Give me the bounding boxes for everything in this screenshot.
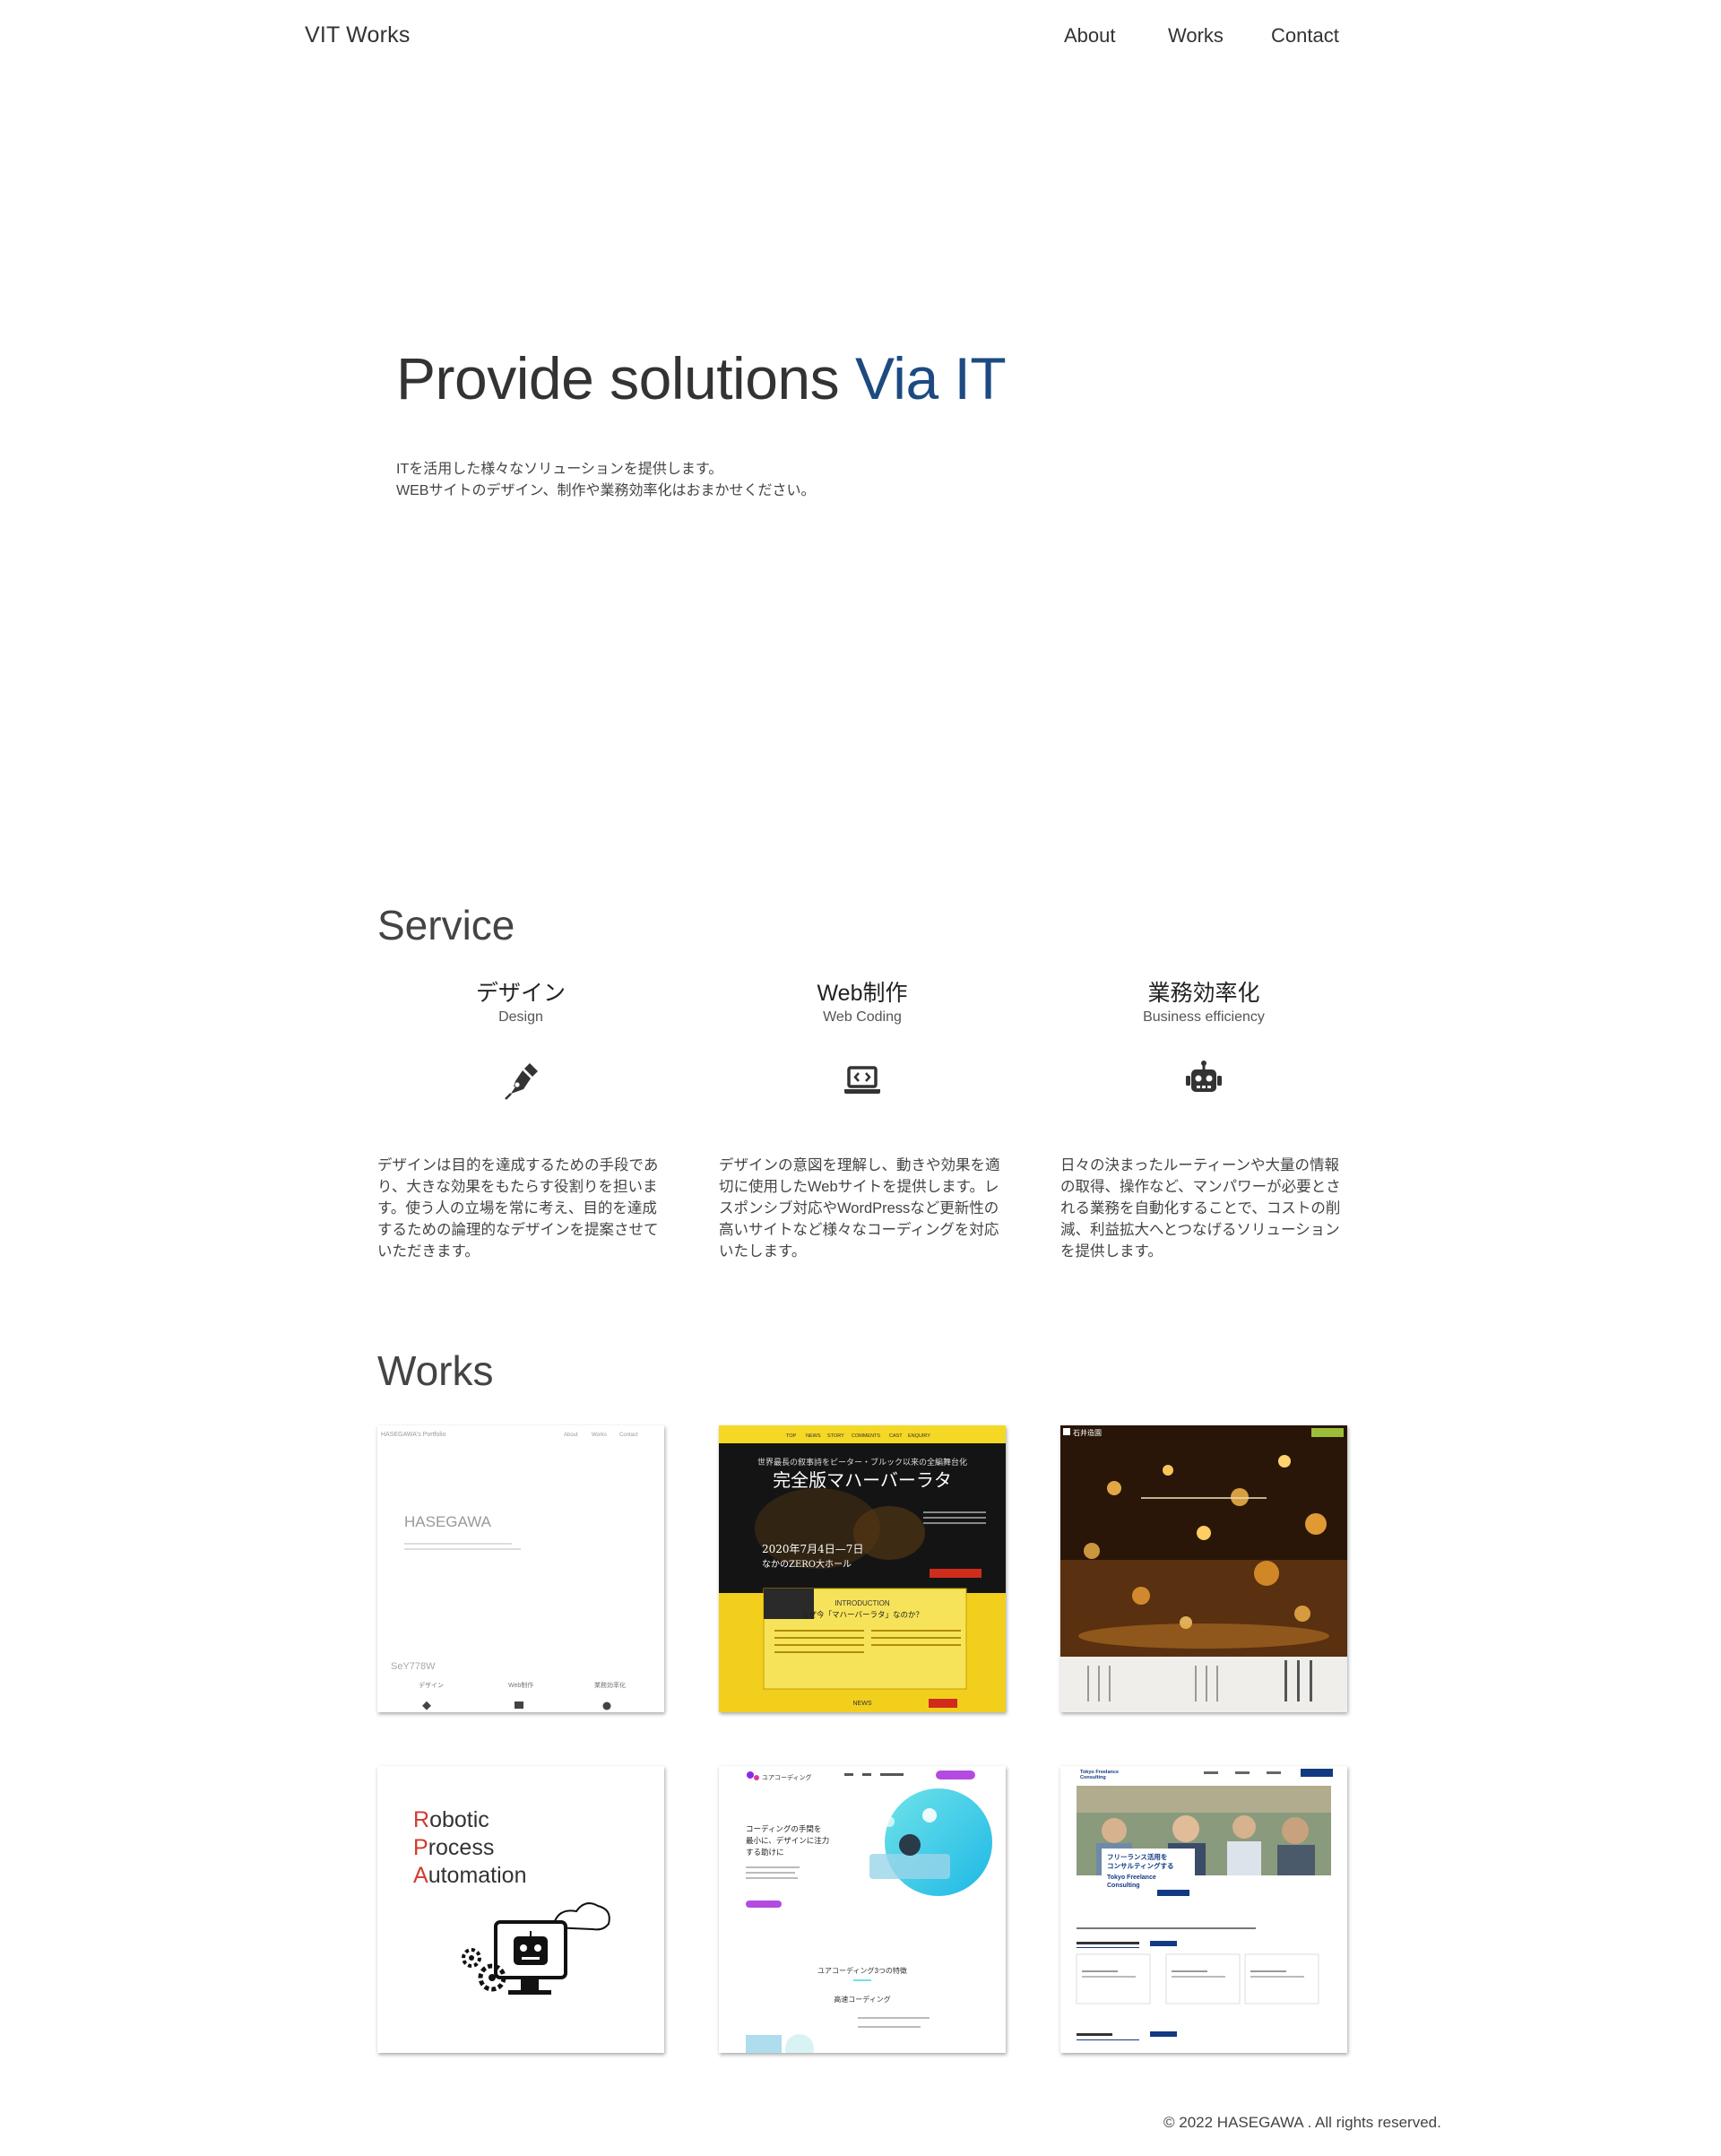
work-thumbnail-tokyo-freelance[interactable]: Tokyo Freelance Consulting フリーランス活用を コンサ… <box>1060 1766 1347 2053</box>
thumb-tfc-name-2: Consulting <box>1107 1883 1140 1889</box>
thumb-rpa-initial-a: A <box>413 1863 428 1888</box>
thumb-rpa-rest-3: utomation <box>428 1863 527 1888</box>
work-thumbnail-your-coding[interactable]: ユアコーディング コーディングの手間を 最小に、デザインに注力 する助けに ユア… <box>719 1766 1006 2053</box>
thumb-nav-cast: CAST <box>889 1433 903 1439</box>
pen-icon <box>505 1063 538 1100</box>
hero-desc-line-1: ITを活用した様々なソリューションを提供します。 <box>396 462 723 477</box>
thumb-nav-about: About <box>564 1433 578 1438</box>
service-subtitle: Web Coding <box>823 1009 902 1025</box>
thumb-intro: INTRODUCTION <box>835 1599 890 1607</box>
nav-about[interactable]: About <box>1064 24 1116 48</box>
nav-contact[interactable]: Contact <box>1271 24 1339 48</box>
work-thumbnail-rpa[interactable]: Robotic Process Automation <box>377 1766 664 2053</box>
thumb-nav-news: NEWS <box>806 1433 821 1439</box>
rpa-screenshot: Robotic Process Automation <box>377 1766 664 2053</box>
thumb-nav-comments: COMMENTS <box>852 1433 880 1439</box>
nav-works[interactable]: Works <box>1168 24 1224 48</box>
thumb-tfc-name-1: Tokyo Freelance <box>1107 1875 1156 1881</box>
hero-title-main: Provide solutions <box>396 345 855 411</box>
thumb-nav-enquiry: ENQUIRY <box>908 1433 930 1439</box>
thumb-nav-works: Works <box>592 1433 607 1438</box>
service-section-title: Service <box>377 902 515 948</box>
thumb-col-2: Web制作 <box>508 1681 533 1689</box>
thumb-rpa-rest-1: obotic <box>429 1807 489 1832</box>
thumb-ishii-brand: 石井造園 <box>1073 1428 1102 1437</box>
hero-title: Provide solutions Via IT <box>396 344 1007 412</box>
thumb-question: なぜ今「マハーバーラタ」なのか？ <box>801 1610 923 1619</box>
work-thumbnail-ishii-zouen[interactable]: 石井造園 <box>1060 1425 1347 1712</box>
footer-copyright: © 2022 HASEGAWA . All rights reserved. <box>1163 2114 1441 2131</box>
thumb-col-3: 業務効率化 <box>594 1681 626 1689</box>
thumb-news: NEWS <box>853 1701 872 1707</box>
thumb-site-name: HASEGAWA's Portfolio <box>381 1432 445 1438</box>
hero-desc-line-2: WEBサイトのデザイン、制作や業務効率化はおまかせください。 <box>396 483 816 498</box>
work-thumbnail-portfolio[interactable]: HASEGAWA's Portfolio About Works Contact… <box>377 1425 664 1712</box>
thumb-rpa-initial-p: P <box>413 1835 428 1860</box>
thumb-show-date: 2020年7月4日—7日 <box>762 1543 863 1555</box>
service-name: デザイン <box>475 981 566 1006</box>
thumb-rpa-line-3: Automation <box>413 1863 526 1888</box>
hero-description: ITを活用した様々なソリューションを提供します。 WEBサイトのデザイン、制作や… <box>396 459 816 502</box>
thumb-rpa-initial-r: R <box>413 1807 429 1832</box>
service-design: デザイン Design デザインは目的を達成するための手段であり、大きな効果をも… <box>377 975 664 1262</box>
thumb-rpa-line-1: Robotic <box>413 1807 489 1832</box>
thumb-show-title: 完全版マハーバーラタ <box>773 1469 952 1491</box>
thumb-rpa-line-2: Process <box>413 1835 494 1860</box>
ishii-zouen-screenshot: 石井造園 <box>1060 1425 1347 1712</box>
thumb-your-coding-section: ユアコーディング3つの特徴 <box>817 1966 907 1975</box>
thumb-your-coding-brand: ユアコーディング <box>762 1773 812 1781</box>
thumb-portfolio-logo: HASEGAWA <box>404 1513 492 1530</box>
service-name: Web制作 <box>817 981 908 1006</box>
service-business-efficiency: 業務効率化 Business efficiency 日々の決まったルーティーンや… <box>1060 975 1347 1262</box>
service-description: デザインは目的を達成するための手段であり、大きな効果をもたらす役割りを担います。… <box>377 1157 659 1260</box>
robot-icon <box>1186 1061 1222 1092</box>
mahabharata-screenshot: TOP NEWS STORY COMMENTS CAST ENQUIRY 世界最… <box>719 1425 1006 1712</box>
thumb-tfc-catch-1: フリーランス活用を <box>1107 1852 1167 1861</box>
service-name: 業務効率化 <box>1147 981 1260 1006</box>
thumb-tagline: 世界最長の叙事詩をピーター・ブルック以来の全編舞台化 <box>757 1457 967 1468</box>
service-description: デザインの意図を理解し、動きや効果を適切に使用したWebサイトを提供します。レス… <box>719 1157 1000 1260</box>
thumb-nav-story: STORY <box>827 1433 844 1439</box>
thumb-col-1: デザイン <box>419 1681 444 1689</box>
laptop-code-icon <box>844 1066 880 1094</box>
service-description: 日々の決まったルーティーンや大量の情報の取得、操作など、マンパワーが必要とされる… <box>1060 1157 1341 1260</box>
service-subtitle: Design <box>498 1009 543 1025</box>
thumb-your-coding-feature: 高速コーディング <box>834 1995 890 2004</box>
thumb-tfc-brand-2: Consulting <box>1080 1775 1106 1780</box>
thumb-rpa-rest-2: rocess <box>428 1835 495 1860</box>
hero-title-accent: Via IT <box>854 345 1007 411</box>
thumb-your-coding-headline-2: 最小に、デザインに注力 <box>746 1836 829 1845</box>
thumb-show-venue: なかのZERO大ホール <box>762 1558 852 1570</box>
thumb-nav-contact: Contact <box>619 1433 638 1438</box>
your-coding-screenshot: ユアコーディング コーディングの手間を 最小に、デザインに注力 する助けに ユア… <box>719 1766 1006 2053</box>
thumb-your-coding-headline-3: する助けに <box>746 1848 784 1857</box>
tokyo-freelance-screenshot: Tokyo Freelance Consulting フリーランス活用を コンサ… <box>1060 1766 1347 2053</box>
thumb-your-coding-headline-1: コーディングの手間を <box>746 1824 821 1833</box>
works-section-title: Works <box>377 1347 494 1394</box>
thumb-bottom-text: SeY778W <box>391 1661 436 1672</box>
service-web-coding: Web制作 Web Coding デザインの意図を理解し、動きや効果を適切に使用… <box>719 975 1006 1262</box>
site-header: VIT Works About Works Contact <box>0 0 1721 72</box>
service-subtitle: Business efficiency <box>1143 1009 1265 1025</box>
site-logo[interactable]: VIT Works <box>305 22 411 48</box>
thumb-nav-top: TOP <box>786 1433 797 1439</box>
work-thumbnail-mahabharata[interactable]: TOP NEWS STORY COMMENTS CAST ENQUIRY 世界最… <box>719 1425 1006 1712</box>
portfolio-screenshot: HASEGAWA's Portfolio About Works Contact… <box>377 1425 664 1712</box>
thumb-tfc-catch-2: コンサルティングする <box>1107 1861 1174 1870</box>
